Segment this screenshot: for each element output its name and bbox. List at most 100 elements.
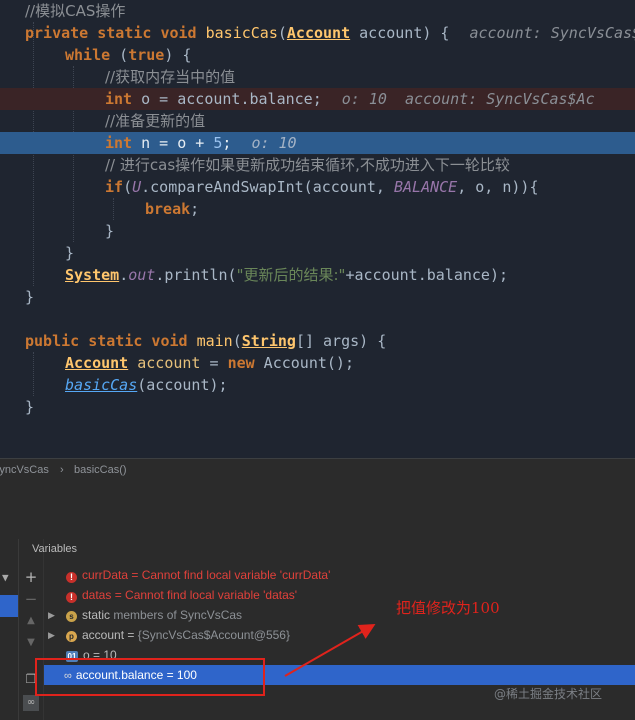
variables-toolbar: + − ▲ ▼ ❐ ∞ (19, 539, 44, 720)
code-text: Account(); (254, 354, 354, 372)
static-keyword: static (82, 608, 111, 622)
variable-error-text: datas = Cannot find local variable 'data… (82, 588, 298, 602)
code-line: //准备更新的值 (0, 110, 635, 132)
copy-icon[interactable]: ❐ (23, 671, 39, 687)
keyword: break (145, 200, 191, 218)
breadcrumb: SyncVsCas › basicCas() (0, 458, 635, 481)
method-call[interactable]: basicCas (0, 376, 137, 394)
breadcrumb-separator: › (60, 464, 64, 476)
code-text: ( (110, 46, 129, 64)
comment: // 进行cas操作如果更新成功结束循环,不成功进入下一轮比较 (105, 156, 510, 174)
inline-debug-hint: o: 10 account: SyncVsCas$Ac (341, 90, 595, 108)
code-line: break; (0, 198, 635, 220)
class-reference[interactable]: Account (287, 24, 350, 42)
code-text: ; (190, 200, 200, 218)
code-line: } (0, 220, 635, 242)
static-badge-icon: s (66, 611, 77, 622)
glasses-icon[interactable]: ∞ (23, 695, 39, 711)
comment: //模拟CAS操作 (25, 2, 126, 20)
class-reference[interactable]: Account (0, 354, 128, 372)
code-text: (account); (137, 376, 228, 394)
selected-frame[interactable] (0, 595, 18, 617)
code-line: //获取内存当中的值 (0, 66, 635, 88)
variable-row[interactable]: ! currData = Cannot find local variable '… (66, 565, 635, 585)
expand-arrow-icon[interactable]: ▶ (48, 605, 55, 625)
code-line: //模拟CAS操作 (0, 0, 635, 22)
code-text: [] args) { (295, 332, 387, 350)
error-icon: ! (66, 572, 77, 583)
primitive-badge-icon: 01 (66, 651, 78, 662)
expand-arrow-icon[interactable]: ▶ (48, 625, 55, 645)
code-text: n = o + (132, 134, 214, 152)
code-text: .println( (155, 266, 237, 284)
code-line: basicCas(account); (0, 374, 635, 396)
keyword: private static void (25, 24, 206, 42)
code-text: . (119, 266, 129, 284)
breakpoint-line[interactable]: int o = account.balance; o: 10 account: S… (0, 88, 635, 110)
watch-text: account.balance = 100 (75, 668, 197, 682)
method-name[interactable]: main (197, 332, 233, 350)
code-text: } (25, 288, 35, 306)
keyword: int (105, 134, 133, 152)
toolbar-area (0, 481, 635, 540)
code-line: // 进行cas操作如果更新成功结束循环,不成功进入下一轮比较 (0, 154, 635, 176)
annotation-arrow (284, 624, 376, 677)
code-text: = (200, 354, 228, 372)
variable-eq: = (124, 628, 138, 642)
variable-name: account (82, 628, 125, 642)
inline-debug-hint: o: 10 (251, 134, 297, 152)
code-text: } (105, 222, 115, 240)
comment: //准备更新的值 (105, 112, 206, 130)
variable-value: {SyncVsCas$Account@556} (137, 628, 290, 642)
code-text: ( (277, 24, 287, 42)
code-line: if(U.compareAndSwapInt(account, BALANCE,… (0, 176, 635, 198)
string-literal: "更新后的结果:" (236, 266, 346, 284)
keyword: true (128, 46, 165, 64)
code-line: Account account = new Account(); (0, 352, 635, 374)
code-text: account) { (350, 24, 450, 42)
execution-line[interactable]: int n = o + 5; o: 10 (0, 132, 635, 154)
code-text: } (65, 244, 75, 262)
code-line: System.out.println("更新后的结果:"+account.bal… (0, 264, 635, 286)
variable-text: members of SyncVsCas (110, 608, 243, 622)
keyword: public static void (25, 332, 197, 350)
code-line: } (0, 396, 635, 418)
class-reference[interactable]: System (0, 266, 119, 284)
variable-row[interactable]: ! datas = Cannot find local variable 'dat… (66, 585, 635, 605)
code-text: , o, n)){ (457, 178, 539, 196)
error-icon: ! (66, 592, 77, 603)
class-reference[interactable]: String (242, 332, 296, 350)
annotation-text: 把值修改为100 (396, 599, 500, 617)
static-field[interactable]: U (132, 178, 141, 196)
code-line: while (true) { (0, 44, 635, 66)
remove-watch-icon[interactable]: − (23, 591, 39, 607)
code-text: } (25, 398, 35, 416)
parameter-badge-icon: p (66, 631, 77, 642)
code-line: public static void main(String[] args) { (0, 330, 635, 352)
watch-glasses-icon: ∞ (64, 670, 72, 682)
code-line: private static void basicCas(Account acc… (0, 22, 635, 44)
code-line: } (0, 242, 635, 264)
add-watch-icon[interactable]: + (23, 569, 39, 585)
inline-debug-hint: account: SyncVsCas$ (469, 24, 635, 42)
method-name[interactable]: basicCas (206, 24, 278, 42)
code-text: ( (232, 332, 242, 350)
keyword: while (65, 46, 111, 64)
move-up-icon[interactable]: ▲ (23, 613, 39, 629)
breadcrumb-method[interactable]: basicCas() (74, 459, 127, 481)
variables-header: Variables (32, 543, 78, 555)
breadcrumb-class[interactable]: SyncVsCas (0, 459, 49, 481)
filter-icon[interactable]: ▼ (2, 571, 9, 584)
code-text: ) { (164, 46, 192, 64)
code-editor[interactable]: //模拟CAS操作 private static void basicCas(A… (0, 0, 635, 458)
static-field[interactable]: out (128, 266, 155, 284)
move-down-icon[interactable]: ▼ (23, 635, 39, 651)
watermark: @稀土掘金技术社区 (494, 687, 603, 701)
variable-text: o = 10 (83, 648, 117, 662)
variable-name: account (128, 354, 201, 372)
keyword: new (227, 354, 255, 372)
variable-error-text: currData = Cannot find local variable 'c… (82, 568, 331, 582)
keyword: int (105, 90, 133, 108)
code-text: o = account.balance; (132, 90, 322, 108)
static-constant[interactable]: BALANCE (394, 178, 457, 196)
